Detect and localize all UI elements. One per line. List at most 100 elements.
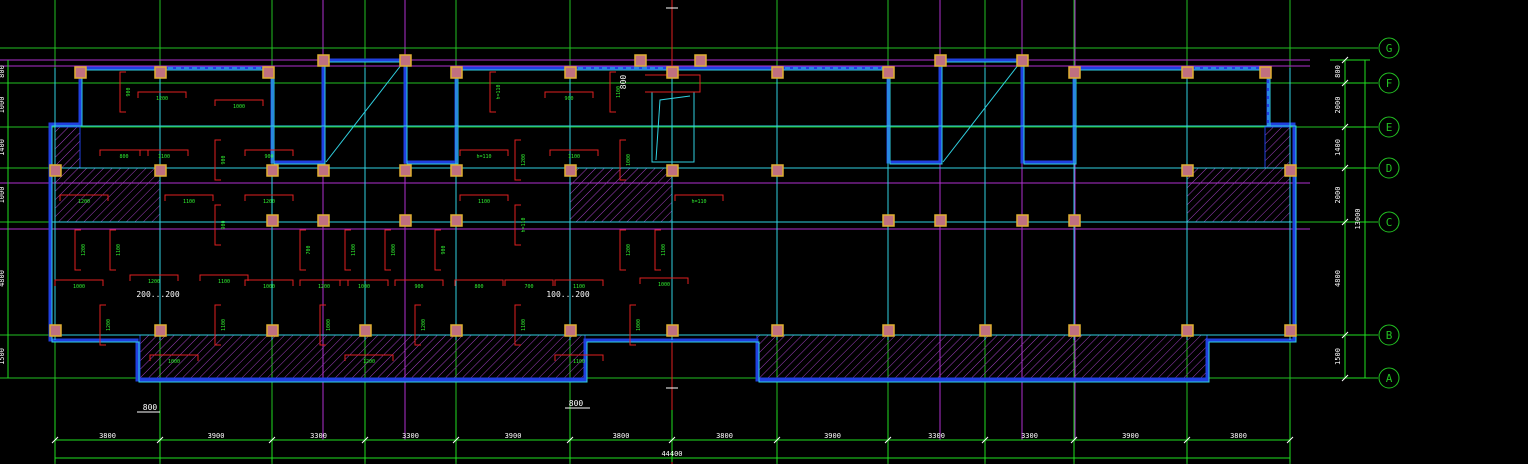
rebar-label: 1200 — [521, 154, 527, 166]
column — [882, 214, 895, 227]
column — [49, 164, 62, 177]
column — [934, 54, 947, 67]
column — [694, 54, 707, 67]
rebar-label: 1100 — [116, 244, 122, 256]
axis-bubble-label: A — [1386, 372, 1393, 385]
column — [771, 66, 784, 79]
rebar-label: 1000 — [636, 319, 642, 331]
column — [450, 214, 463, 227]
column — [450, 164, 463, 177]
bottom-dimension-text: 3900 — [1122, 432, 1139, 440]
dashed-opening — [776, 67, 889, 127]
rebar-label: 1100 — [568, 154, 580, 160]
column — [1181, 164, 1194, 177]
right-dimension-text: 4800 — [1334, 270, 1342, 287]
rebar-label: 1000 — [358, 284, 370, 290]
column — [399, 54, 412, 67]
structural-plan-drawing: 900 1200 1000 900 800 900 1100 h=110 900 1100 h=11… — [0, 0, 1400, 464]
right-dimension-text: 800 — [1334, 65, 1342, 78]
bottom-dimension-text: 3800 — [716, 432, 733, 440]
right-dimension-text: 1400 — [1334, 139, 1342, 156]
rebar-label: 1000 — [233, 104, 245, 110]
rebar-label: h=110 — [691, 199, 706, 205]
left-dimension-text: 800 — [0, 65, 6, 78]
column — [1068, 324, 1081, 337]
rebar-label: 1100 — [158, 154, 170, 160]
rebar-label: 1000 — [263, 284, 275, 290]
rebar-label: 1200 — [156, 96, 168, 102]
overall-dimension-text: 44400 — [661, 450, 682, 458]
rebar-label: 1100 — [183, 199, 195, 205]
bottom-dimension-text: 3300 — [928, 432, 945, 440]
note-offset-top: 800 — [619, 75, 628, 90]
column — [979, 324, 992, 337]
rebar-label: 1000 — [73, 284, 85, 290]
note-offset-mid: 800 — [569, 399, 584, 408]
rebar-label: 1200 — [626, 244, 632, 256]
rebar-label: 900 — [441, 245, 447, 254]
column — [634, 54, 647, 67]
rebar-label: h=110 — [476, 154, 491, 160]
column — [359, 324, 372, 337]
bottom-dimension-text: 3900 — [208, 432, 225, 440]
column — [317, 214, 330, 227]
axis-bubble-label: G — [1386, 42, 1393, 55]
rebar-label: 700 — [306, 245, 312, 254]
rebar-label: 1100 — [573, 359, 585, 365]
column — [154, 164, 167, 177]
right-total-text: 13000 — [1354, 208, 1362, 229]
bottom-dimension-text: 3300 — [1021, 432, 1038, 440]
column — [154, 66, 167, 79]
rebar-label: 1100 — [521, 319, 527, 331]
rebar-label: 1000 — [391, 244, 397, 256]
rebar-label: 1200 — [81, 244, 87, 256]
right-dimension-text: 2000 — [1334, 187, 1342, 204]
left-dimension-text: 4800 — [0, 270, 6, 287]
column — [262, 66, 275, 79]
rebar-label: 1100 — [661, 244, 667, 256]
right-dimension-text: 1500 — [1334, 348, 1342, 365]
bottom-dimension-text: 3300 — [310, 432, 327, 440]
left-dimension-text: 1500 — [0, 348, 6, 365]
rebar-label: 900 — [221, 220, 227, 229]
column — [399, 164, 412, 177]
column — [450, 324, 463, 337]
dashed-opening — [271, 167, 457, 223]
column — [666, 66, 679, 79]
column — [882, 66, 895, 79]
hatched-slab — [54, 126, 81, 169]
column — [317, 54, 330, 67]
note-offset-left: 800 — [143, 403, 158, 412]
rebar-label: 1200 — [106, 319, 112, 331]
axis-bubble-label: B — [1386, 329, 1393, 342]
axis-bubbles: G F E D C B A — [1378, 37, 1400, 389]
rebar-label: 1200 — [148, 279, 160, 285]
bottom-dimension-text: 3900 — [505, 432, 522, 440]
column — [74, 66, 87, 79]
rebar-label: 1200 — [78, 199, 90, 205]
column — [266, 324, 279, 337]
rebar-label: 1100 — [478, 199, 490, 205]
rebar-label: 800 — [474, 284, 483, 290]
rebar-label: h=110 — [496, 84, 502, 99]
rebar-label: 1000 — [326, 319, 332, 331]
column — [1181, 66, 1194, 79]
column — [1284, 324, 1297, 337]
column — [266, 214, 279, 227]
rebar-label: 900 — [414, 284, 423, 290]
column — [317, 164, 330, 177]
rebar-label: 1200 — [263, 199, 275, 205]
column — [1181, 324, 1194, 337]
column — [154, 324, 167, 337]
left-dimension-text: 1000 — [0, 97, 6, 114]
dashed-opening — [1186, 67, 1269, 127]
column — [1259, 66, 1272, 79]
column — [399, 214, 412, 227]
rebar-label: 1200 — [363, 359, 375, 365]
column — [771, 324, 784, 337]
column — [771, 164, 784, 177]
hatched-slab — [1186, 167, 1291, 223]
axis-bubble-label: F — [1386, 77, 1393, 90]
rebar-label: 1200 — [421, 319, 427, 331]
note-slab-mid: 100...200 — [546, 290, 590, 299]
